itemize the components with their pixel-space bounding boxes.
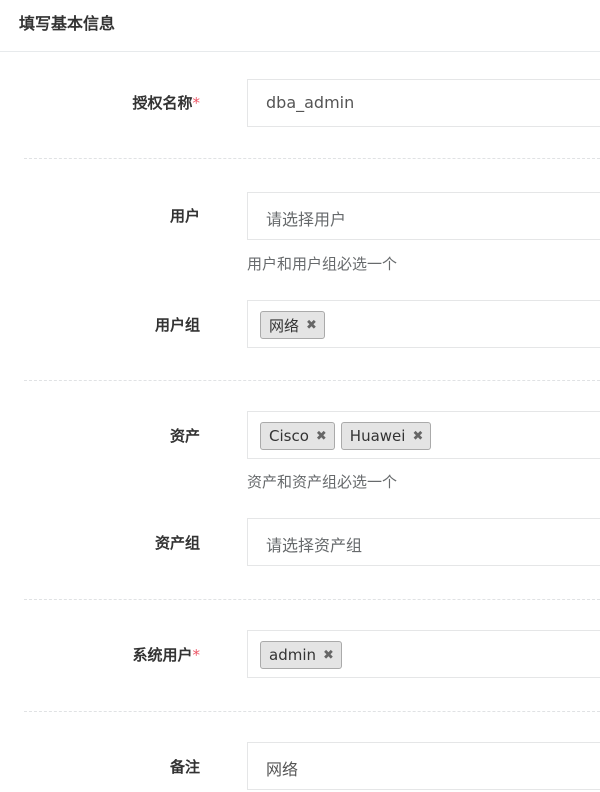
user-select[interactable]: 请选择用户 xyxy=(247,192,600,240)
comment-input-value: 网络 xyxy=(266,760,299,779)
divider xyxy=(24,158,600,159)
system-user-tag: admin ✖ xyxy=(260,641,342,669)
asset-tag-huawei: Huawei ✖ xyxy=(340,422,432,450)
name-input-value: dba_admin xyxy=(266,93,355,112)
user-label: 用户 xyxy=(169,207,200,225)
close-icon[interactable]: ✖ xyxy=(306,318,317,333)
name-label: 授权名称* xyxy=(132,94,201,112)
user-select-placeholder: 请选择用户 xyxy=(266,210,347,229)
asset-label: 资产 xyxy=(169,427,200,445)
asset-group-placeholder: 请选择资产组 xyxy=(266,536,363,555)
asset-tag-cisco: Cisco ✖ xyxy=(260,422,335,450)
user-group-label: 用户组 xyxy=(154,316,200,334)
system-user-select[interactable]: admin ✖ xyxy=(247,630,600,678)
user-group-tag: 网络 ✖ xyxy=(260,311,325,339)
asset-group-select[interactable]: 请选择资产组 xyxy=(247,518,600,566)
system-user-label: 系统用户* xyxy=(132,646,201,664)
user-help-text: 用户和用户组必选一个 xyxy=(247,255,398,273)
close-icon[interactable]: ✖ xyxy=(316,429,327,444)
asset-select[interactable]: Cisco ✖ Huawei ✖ xyxy=(247,411,600,459)
name-input[interactable]: dba_admin xyxy=(247,79,600,127)
required-mark: * xyxy=(192,94,201,112)
section-header: 填写基本信息 xyxy=(0,0,600,52)
divider xyxy=(24,711,600,712)
asset-help-text: 资产和资产组必选一个 xyxy=(247,473,398,491)
divider xyxy=(24,599,600,600)
comment-input[interactable]: 网络 xyxy=(247,742,600,790)
close-icon[interactable]: ✖ xyxy=(323,648,334,663)
comment-label: 备注 xyxy=(169,758,200,776)
close-icon[interactable]: ✖ xyxy=(412,429,423,444)
section-title: 填写基本信息 xyxy=(19,14,116,33)
asset-group-label: 资产组 xyxy=(154,534,200,552)
required-mark: * xyxy=(192,646,201,664)
user-group-select[interactable]: 网络 ✖ xyxy=(247,300,600,348)
divider xyxy=(24,380,600,381)
